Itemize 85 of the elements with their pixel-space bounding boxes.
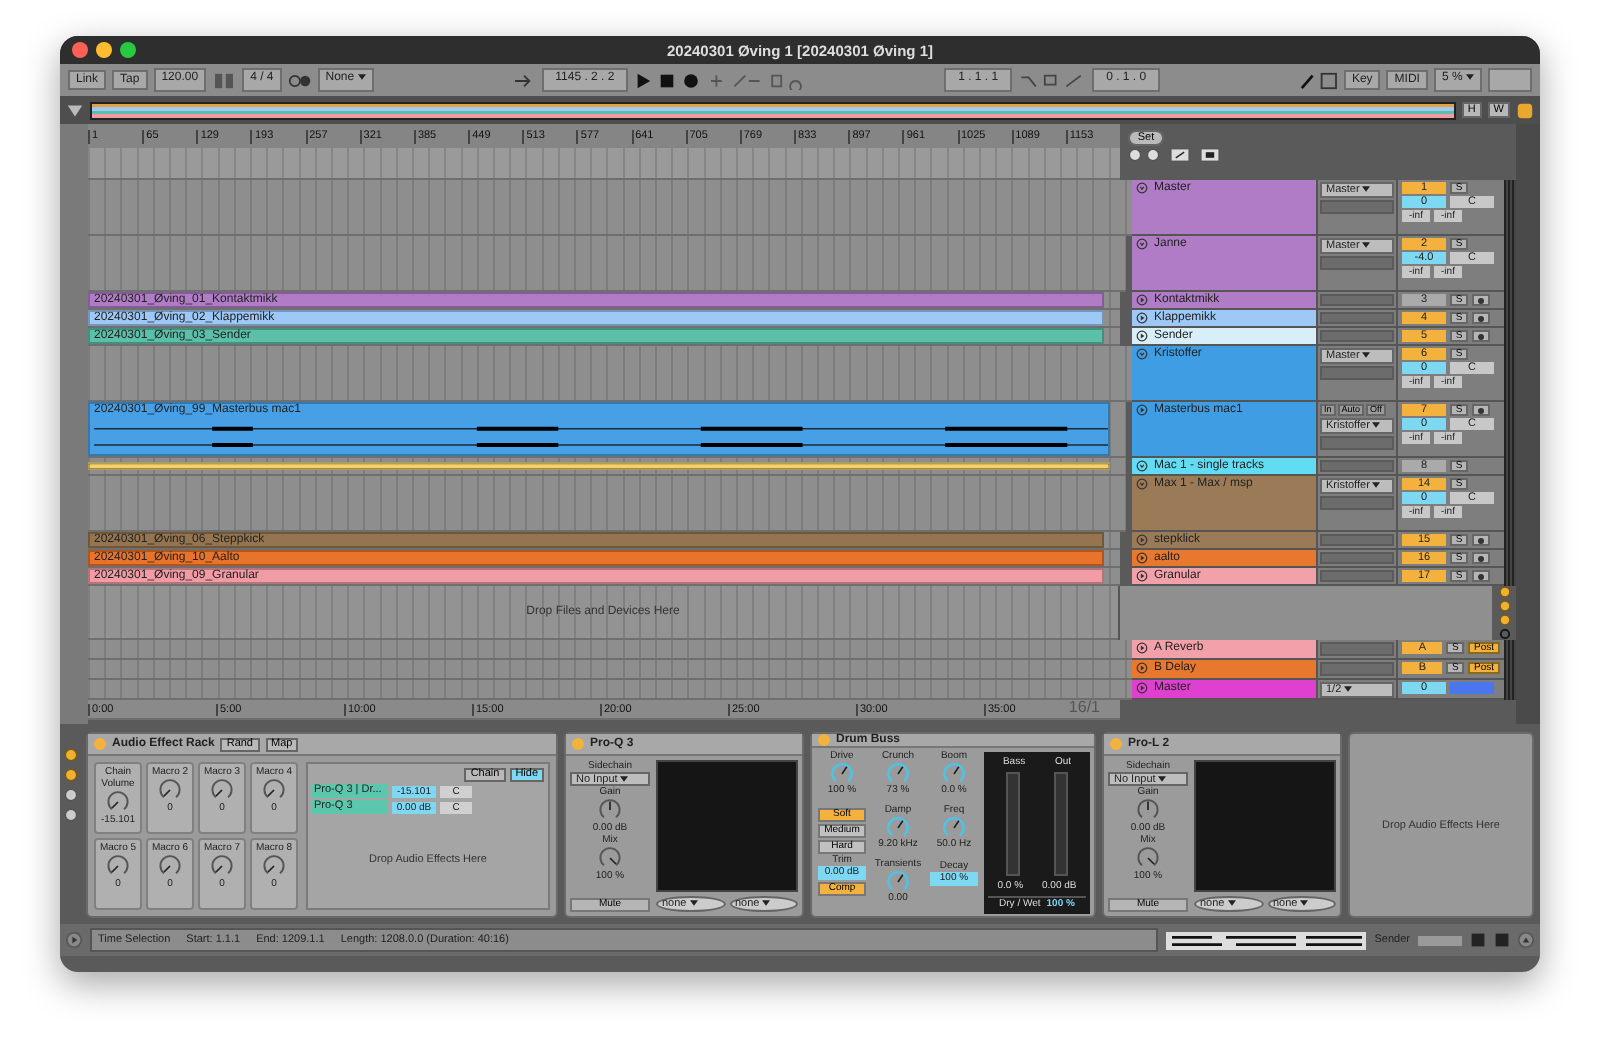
- arm-button[interactable]: [1472, 552, 1490, 564]
- plugin-display[interactable]: [656, 760, 798, 892]
- zoom-button[interactable]: [120, 42, 136, 58]
- caret-icon: [1372, 482, 1381, 489]
- draw-mode-icon[interactable]: [1297, 71, 1338, 89]
- fold-icon[interactable]: [1136, 182, 1148, 194]
- play-icon[interactable]: [1136, 552, 1148, 564]
- play-icon[interactable]: [634, 71, 653, 89]
- knob[interactable]: [106, 790, 130, 814]
- fold-icon[interactable]: [1136, 478, 1148, 490]
- knob[interactable]: [886, 762, 910, 786]
- meter-bar: [1054, 772, 1069, 876]
- caret-icon: [1344, 686, 1353, 693]
- close-button[interactable]: [72, 42, 88, 58]
- track-lane[interactable]: [88, 458, 1126, 476]
- knob[interactable]: [1136, 798, 1160, 822]
- io-indicator: [1487, 68, 1532, 92]
- stop-icon[interactable]: [658, 71, 677, 89]
- track-lane[interactable]: [88, 476, 1126, 532]
- caret-icon: [1158, 776, 1167, 783]
- square-icon[interactable]: [1470, 932, 1486, 948]
- loop-tools-drawing[interactable]: [1018, 71, 1087, 89]
- play-icon[interactable]: [1136, 662, 1148, 674]
- fold-icon[interactable]: [1136, 348, 1148, 360]
- scroll-bar[interactable]: [1516, 124, 1540, 724]
- arm-button[interactable]: [1472, 312, 1490, 324]
- knob[interactable]: [885, 816, 910, 840]
- minimize-button[interactable]: [96, 42, 112, 58]
- folder-icon[interactable]: [1200, 148, 1220, 162]
- knob[interactable]: [1136, 846, 1160, 870]
- square-icon[interactable]: [1494, 932, 1510, 948]
- knob[interactable]: [941, 816, 966, 840]
- caret-icon: [1227, 900, 1236, 907]
- triangle-icon[interactable]: [1518, 932, 1534, 948]
- track-meter: [1418, 935, 1462, 945]
- nudge-icon[interactable]: [212, 71, 237, 89]
- caret-icon: [1362, 352, 1371, 359]
- circle-icon[interactable]: [1128, 148, 1142, 162]
- knob[interactable]: [942, 762, 966, 786]
- track-lane[interactable]: [88, 236, 1126, 292]
- knob[interactable]: [210, 778, 234, 802]
- arm-button[interactable]: [1472, 570, 1490, 582]
- arm-button[interactable]: [1472, 534, 1490, 546]
- plugin-display[interactable]: [1194, 760, 1336, 892]
- knob[interactable]: [106, 854, 130, 878]
- play-icon[interactable]: [1136, 404, 1148, 416]
- caret-icon: [620, 776, 629, 783]
- play-icon[interactable]: [1136, 312, 1148, 324]
- caret-icon: [689, 900, 698, 907]
- caret-icon: [1362, 186, 1371, 193]
- knob[interactable]: [885, 870, 910, 894]
- caret-icon: [1372, 422, 1381, 429]
- arm-button[interactable]: [1472, 294, 1490, 306]
- knob[interactable]: [262, 854, 286, 878]
- knob[interactable]: [158, 854, 182, 878]
- audio-clip[interactable]: [88, 462, 1110, 470]
- caret-icon: [762, 900, 771, 907]
- knob[interactable]: [262, 778, 286, 802]
- caret-icon: [1362, 242, 1371, 249]
- play-icon[interactable]: [1136, 642, 1148, 654]
- circle-icon[interactable]: [63, 788, 77, 802]
- arm-button[interactable]: [1472, 330, 1490, 342]
- circle-icon[interactable]: [1146, 148, 1160, 162]
- play-icon[interactable]: [1136, 570, 1148, 582]
- collapse-icon[interactable]: [66, 101, 84, 119]
- meter-bar: [1005, 772, 1020, 876]
- knob[interactable]: [158, 778, 182, 802]
- caret-icon: [357, 73, 366, 80]
- view-toggle-icon[interactable]: [1516, 101, 1534, 119]
- record-icon[interactable]: [682, 71, 701, 89]
- knob[interactable]: [598, 798, 622, 822]
- caret-icon: [1300, 900, 1309, 907]
- expand-icon[interactable]: [1170, 148, 1190, 162]
- knob[interactable]: [210, 854, 234, 878]
- fold-icon[interactable]: [1136, 460, 1148, 472]
- knob[interactable]: [830, 762, 854, 786]
- caret-icon: [1465, 73, 1474, 80]
- knob[interactable]: [598, 846, 622, 870]
- metronome-icon[interactable]: [287, 71, 312, 89]
- arm-button[interactable]: [1472, 404, 1490, 416]
- circle-icon[interactable]: [63, 808, 77, 822]
- arrangement-overview[interactable]: [90, 101, 1456, 119]
- follow-icon[interactable]: [511, 71, 536, 89]
- fold-icon[interactable]: [1136, 238, 1148, 250]
- play-icon[interactable]: [1136, 330, 1148, 342]
